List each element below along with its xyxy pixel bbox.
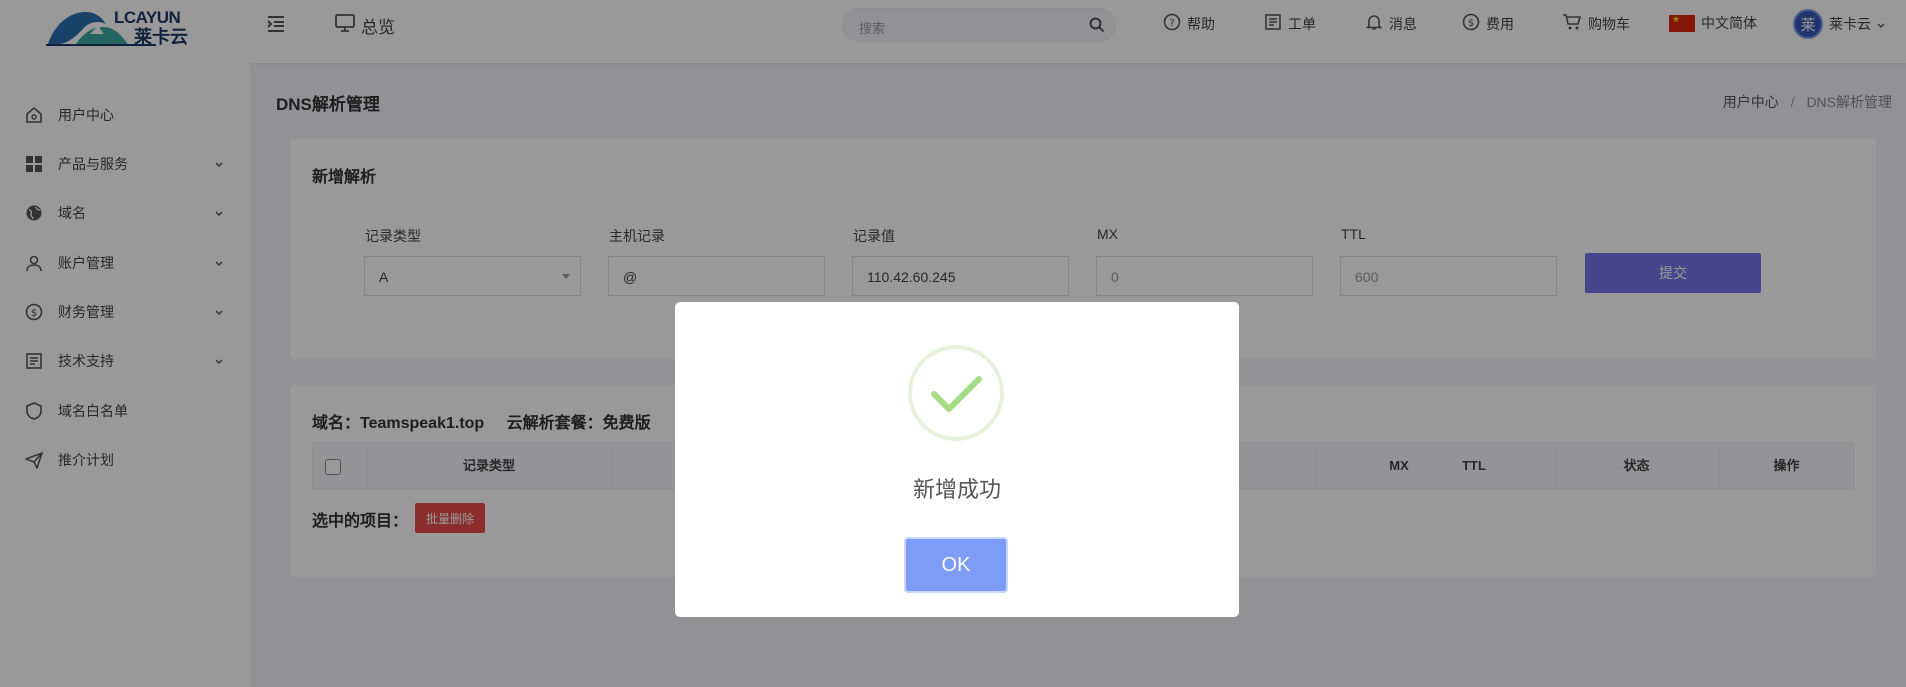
ok-button[interactable]: OK (904, 537, 1008, 593)
success-dialog: 新增成功 OK (675, 302, 1239, 617)
success-check-icon (908, 345, 1004, 441)
dialog-title: 新增成功 (912, 477, 1001, 502)
